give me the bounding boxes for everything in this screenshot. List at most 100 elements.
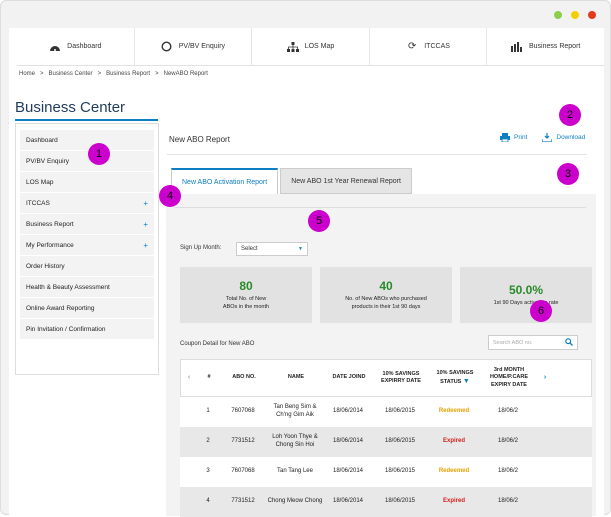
sidebar-item-online-award[interactable]: Online Award Reporting — [20, 298, 154, 318]
cell-abo-no: 7731512 — [231, 438, 255, 445]
sidebar-item-los-map[interactable]: LOS Map — [20, 172, 154, 192]
hierarchy-icon — [286, 41, 299, 53]
nav-pvbv-enquiry[interactable]: PV/BV Enquiry — [135, 28, 253, 65]
breadcrumb: Home > Business Center > Business Report… — [19, 71, 208, 77]
column-header: NAME — [287, 374, 305, 381]
annotation-badge-2: 2 — [559, 104, 581, 126]
nav-itccas[interactable]: ⟳ ITCCAS — [370, 28, 488, 65]
cell-date-joined: 18/06/2014 — [332, 498, 364, 505]
maximize-dot[interactable] — [571, 11, 579, 19]
summary-card: 80 Total No. of New ABOs in the month — [180, 267, 312, 323]
cell-abo-no: 7731512 — [231, 498, 255, 505]
cell-abo-no: 7607068 — [231, 468, 255, 475]
circle-icon — [161, 41, 173, 53]
cell-expiry-date: 18/06/2015 — [384, 468, 416, 475]
annotation-badge-5: 5 — [308, 210, 330, 232]
sort-icon: ▼ — [462, 378, 470, 385]
report-actions: Print Download — [499, 131, 585, 143]
cell-date-joined: 18/06/2014 — [332, 408, 364, 415]
coupon-section-title: Coupon Detail for New ABO — [180, 341, 255, 347]
cell-status: Expired — [442, 438, 465, 445]
sidebar: Dashboard PV/BV Enquiry LOS Map ITCCAS + … — [15, 123, 159, 375]
tab-renewal-report[interactable]: New ABO 1st Year Renewal Report — [280, 168, 412, 194]
column-header: 10% SAVINGS EXPIRRY DATE — [381, 370, 421, 384]
breadcrumb-separator: > — [155, 71, 159, 77]
print-button[interactable]: Print — [499, 131, 527, 143]
cell-status: Redeemed — [438, 408, 470, 415]
cell-index: 1 — [206, 408, 210, 415]
cell-expiry-date: 18/06/2015 — [384, 438, 416, 445]
expand-icon[interactable]: + — [143, 220, 148, 229]
sidebar-item-label: Order History — [26, 262, 65, 270]
sidebar-item-label: Business Report — [26, 220, 74, 228]
nav-label: Business Report — [528, 43, 581, 50]
cell-expiry-date: 18/06/2015 — [384, 498, 416, 505]
cell-date-joined: 18/06/2014 — [332, 468, 364, 475]
minimize-dot[interactable] — [554, 11, 562, 19]
sidebar-item-label: Online Award Reporting — [26, 304, 95, 312]
annotation-badge-6: 6 — [530, 300, 552, 322]
summary-card: 40 No. of New ABOs who purchased products… — [320, 267, 452, 323]
cell-name: Chong Meow Chong — [267, 498, 323, 505]
title-underline — [15, 119, 158, 121]
breadcrumb-business-center[interactable]: Business Center — [49, 71, 93, 77]
table-header: ‹ # ABO NO. NAME DATE JOIND 10% SAVINGS … — [180, 359, 592, 397]
cell-index: 2 — [206, 438, 210, 445]
signup-month-label: Sign Up Month: — [180, 245, 222, 251]
card-label: Total No. of New ABOs in the month — [222, 296, 270, 310]
card-value: 40 — [379, 279, 393, 294]
divider — [167, 154, 587, 155]
sidebar-item-my-performance[interactable]: My Performance + — [20, 235, 154, 255]
annotation-badge-4: 4 — [159, 185, 181, 207]
table-row: 1 7607068 Tan Beng Sim & Ch'ng Gim Aik 1… — [180, 397, 592, 427]
summary-card: 50.0% 1st 90 Days activation rate — [460, 267, 592, 323]
dashboard-icon — [49, 41, 61, 53]
close-dot[interactable] — [588, 11, 596, 19]
expand-icon[interactable]: + — [143, 241, 148, 250]
table-row: 2 7731512 Loh Yoon Thye & Chong Sin Hoi … — [180, 427, 592, 457]
signup-month-select[interactable]: Select ▼ — [236, 242, 308, 256]
divider — [174, 207, 586, 208]
sidebar-item-label: Pin Invitation / Confirmation — [26, 325, 106, 333]
expand-icon[interactable]: + — [143, 199, 148, 208]
coupon-table: ‹ # ABO NO. NAME DATE JOIND 10% SAVINGS … — [180, 359, 592, 517]
chevron-left-icon: ‹ — [187, 374, 191, 382]
panel-content: Sign Up Month: Select ▼ 80 Total No. of … — [170, 194, 592, 517]
nav-label: Dashboard — [67, 43, 102, 50]
search-icon[interactable] — [565, 337, 573, 348]
nav-business-report[interactable]: Business Report — [487, 28, 604, 65]
column-header-sortable[interactable]: 10% SAVINGS STATUS ▼ — [429, 370, 481, 386]
nav-los-map[interactable]: LOS Map — [252, 28, 370, 65]
print-label: Print — [514, 133, 528, 141]
cell-home-care-expiry: 18/06/2 — [497, 408, 519, 415]
sidebar-item-pin-invitation[interactable]: Pin Invitation / Confirmation — [20, 319, 154, 339]
sidebar-item-health-beauty[interactable]: Health & Beauty Assessment — [20, 277, 154, 297]
scroll-left-button[interactable]: ‹ — [181, 373, 197, 382]
breadcrumb-home[interactable]: Home — [19, 71, 35, 77]
bar-chart-icon — [511, 41, 523, 53]
cell-home-care-expiry: 18/06/2 — [497, 438, 519, 445]
tab-activation-report[interactable]: New ABO Activation Report — [171, 168, 279, 194]
column-header: DATE JOIND — [332, 374, 366, 381]
search-abo-input[interactable]: Search ABO no. — [488, 335, 578, 350]
card-label: No. of New ABOs who purchased products in… — [345, 296, 427, 310]
breadcrumb-current: NewABO Report — [163, 71, 208, 77]
nav-label: ITCCAS — [424, 43, 450, 50]
sidebar-item-itccas[interactable]: ITCCAS + — [20, 193, 154, 213]
sidebar-item-pvbv-enquiry[interactable]: PV/BV Enquiry — [20, 151, 154, 171]
top-navigation: Dashboard PV/BV Enquiry LOS Map ⟳ ITCCAS — [17, 28, 604, 66]
tab-label: New ABO 1st Year Renewal Report — [291, 177, 401, 185]
sidebar-item-business-report[interactable]: Business Report + — [20, 214, 154, 234]
download-button[interactable]: Download — [541, 131, 585, 143]
sidebar-item-dashboard[interactable]: Dashboard — [20, 130, 154, 150]
cell-name: Tan Tang Lee — [277, 468, 313, 475]
annotation-badge-1: 1 — [88, 143, 110, 165]
scroll-right-button[interactable]: › — [537, 373, 553, 382]
report-tabs: New ABO Activation Report New ABO 1st Ye… — [171, 168, 412, 194]
sidebar-item-order-history[interactable]: Order History — [20, 256, 154, 276]
browser-frame: Dashboard PV/BV Enquiry LOS Map ⟳ ITCCAS — [0, 0, 611, 517]
nav-dashboard[interactable]: Dashboard — [17, 28, 135, 65]
breadcrumb-business-report[interactable]: Business Report — [106, 71, 150, 77]
card-value: 50.0% — [508, 282, 544, 297]
sidebar-item-label: ITCCAS — [26, 199, 50, 207]
